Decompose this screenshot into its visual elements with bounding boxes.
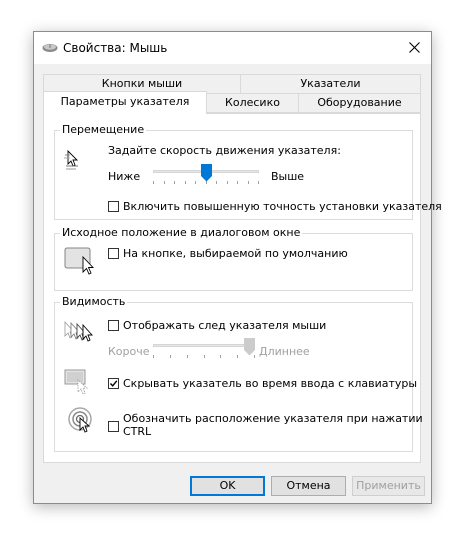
tab-pointer-options[interactable]: Параметры указателя bbox=[43, 91, 207, 114]
mouse-icon bbox=[42, 43, 58, 56]
tab-label: Оборудование bbox=[317, 96, 402, 109]
tab-wheel[interactable]: Колесико bbox=[206, 93, 299, 113]
slider-tick bbox=[258, 181, 259, 184]
snap-checkbox[interactable] bbox=[108, 248, 119, 259]
hide-pointer-checkbox[interactable] bbox=[108, 378, 119, 389]
hide-pointer-icon bbox=[64, 368, 94, 399]
long-label: Длиннее bbox=[259, 345, 310, 358]
slider-track bbox=[153, 344, 255, 347]
slider-tick bbox=[185, 181, 186, 184]
trails-label: Отображать след указателя мыши bbox=[123, 319, 327, 332]
tab-label: Указатели bbox=[300, 77, 361, 90]
slider-tick bbox=[220, 355, 221, 358]
slider-tick bbox=[195, 181, 196, 184]
trail-length-slider[interactable] bbox=[153, 338, 257, 364]
slider-thumb[interactable] bbox=[201, 164, 212, 182]
hide-pointer-label: Скрывать указатель во время ввода с клав… bbox=[123, 377, 418, 390]
slider-tick bbox=[216, 181, 217, 184]
slider-thumb[interactable] bbox=[244, 338, 255, 356]
ok-label: OK bbox=[219, 479, 236, 492]
precision-label: Включить повышенную точность установки у… bbox=[123, 200, 442, 213]
trails-checkbox[interactable] bbox=[108, 320, 119, 331]
locate-pointer-checkbox[interactable] bbox=[108, 421, 119, 432]
slider-tick bbox=[227, 181, 228, 184]
slider-ticks bbox=[153, 355, 255, 359]
slider-tick bbox=[237, 355, 238, 358]
slider-tick bbox=[153, 355, 154, 358]
pointer-speed-icon bbox=[64, 146, 92, 177]
tab-hardware[interactable]: Оборудование bbox=[298, 93, 421, 113]
checkmark-icon bbox=[109, 380, 118, 387]
slider-tick bbox=[164, 181, 165, 184]
slider-tick bbox=[187, 355, 188, 358]
slow-label: Ниже bbox=[108, 170, 141, 183]
mouse-properties-dialog: Свойства: Мышь Кнопки мыши Указатели Пар… bbox=[33, 31, 442, 504]
slider-tick bbox=[204, 355, 205, 358]
slider-tick bbox=[170, 355, 171, 358]
visibility-group-title: Видимость bbox=[60, 295, 128, 308]
motion-group-title: Перемещение bbox=[60, 123, 147, 136]
pointer-trails-icon bbox=[62, 319, 98, 350]
snap-group-title: Исходное положение в диалоговом окне bbox=[60, 226, 303, 239]
slider-tick bbox=[248, 181, 249, 184]
locate-pointer-icon bbox=[68, 405, 98, 438]
slider-tick bbox=[174, 181, 175, 184]
title-bar: Свойства: Мышь bbox=[34, 32, 431, 64]
pointer-speed-slider[interactable] bbox=[153, 164, 261, 190]
short-label: Короче bbox=[108, 345, 150, 358]
locate-pointer-label-line1: Обозначить расположение указателя при на… bbox=[123, 412, 423, 425]
tab-pointers[interactable]: Указатели bbox=[240, 74, 421, 94]
slider-tick bbox=[153, 181, 154, 184]
snap-group bbox=[54, 233, 413, 291]
tab-label: Кнопки мыши bbox=[101, 77, 183, 90]
close-icon bbox=[409, 42, 420, 53]
locate-pointer-label-line2: CTRL bbox=[123, 425, 152, 438]
precision-checkbox[interactable] bbox=[108, 201, 119, 212]
apply-button: Применить bbox=[352, 476, 425, 496]
snap-to-icon bbox=[64, 245, 100, 280]
speed-label: Задайте скорость движения указателя: bbox=[108, 144, 341, 157]
tab-label: Колесико bbox=[225, 96, 280, 109]
ok-button[interactable]: OK bbox=[190, 476, 265, 496]
tab-panel: Перемещение Задайте скорость движения ук… bbox=[43, 113, 442, 463]
close-button[interactable] bbox=[400, 34, 430, 62]
cancel-button[interactable]: Отмена bbox=[271, 476, 346, 496]
slider-tick bbox=[237, 181, 238, 184]
fast-label: Выше bbox=[271, 170, 305, 183]
apply-label: Применить bbox=[356, 479, 421, 492]
snap-label: На кнопке, выбираемой по умолчанию bbox=[123, 247, 348, 260]
cancel-label: Отмена bbox=[286, 479, 331, 492]
window-title: Свойства: Мышь bbox=[63, 41, 168, 55]
tab-label: Параметры указателя bbox=[60, 95, 190, 108]
